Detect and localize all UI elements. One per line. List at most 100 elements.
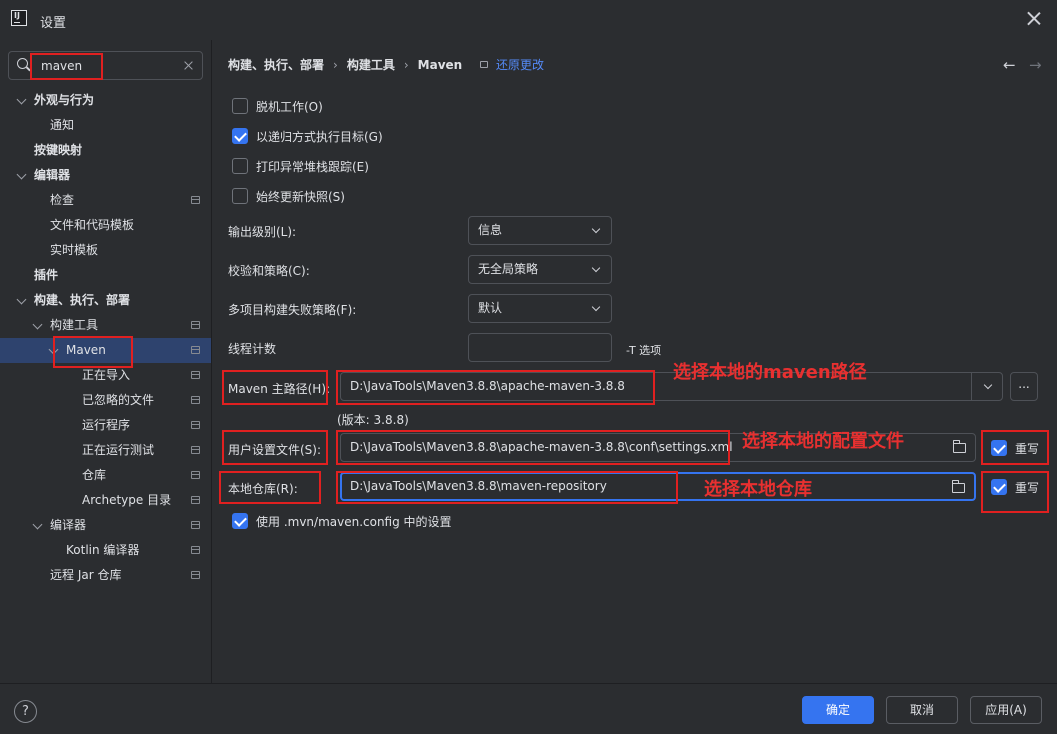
multiproject-fail-select[interactable]: 默认 — [468, 294, 612, 323]
chevron-down-icon[interactable] — [32, 319, 43, 330]
sidebar-item-label: 已忽略的文件 — [82, 393, 155, 407]
sidebar-item[interactable]: 按键映射 — [0, 138, 211, 163]
sidebar-item[interactable]: 检查 — [0, 188, 211, 213]
work-offline-option[interactable]: 脱机工作(O) — [232, 97, 323, 115]
project-scope-icon — [191, 321, 200, 329]
cancel-button[interactable]: 取消 — [886, 696, 958, 724]
sidebar-item-label: Kotlin 编译器 — [66, 543, 140, 557]
breadcrumb: 构建、执行、部署 › 构建工具 › Maven — [228, 56, 462, 73]
sidebar-item[interactable]: 已忽略的文件 — [0, 388, 211, 413]
maven-settings-panel: 构建、执行、部署 › 构建工具 › Maven 还原更改 ← → 脱机工作(O) 以递归… — [213, 40, 1057, 683]
recursive-goals-checkbox[interactable] — [232, 128, 248, 144]
sidebar-item[interactable]: 正在运行测试 — [0, 438, 211, 463]
folder-icon[interactable] — [953, 440, 966, 453]
print-stacktrace-label: 打印异常堆栈跟踪(E) — [256, 159, 369, 174]
checksum-policy-select[interactable]: 无全局策略 — [468, 255, 612, 284]
sidebar-item[interactable]: 构建、执行、部署 — [0, 288, 211, 313]
ok-button[interactable]: 确定 — [802, 696, 874, 724]
project-scope-icon — [480, 61, 488, 68]
update-snapshots-checkbox[interactable] — [232, 188, 248, 204]
multiproject-fail-label: 多项目构建失败策略(F): — [228, 303, 357, 317]
work-offline-checkbox[interactable] — [232, 98, 248, 114]
chevron-down-icon[interactable] — [16, 169, 27, 180]
sidebar-item-label: 构建、执行、部署 — [34, 293, 131, 307]
sidebar-item[interactable]: Archetype 目录 — [0, 488, 211, 513]
recursive-goals-option[interactable]: 以递归方式执行目标(G) — [232, 127, 383, 145]
thread-count-label: 线程计数 — [228, 342, 277, 356]
work-offline-label: 脱机工作(O) — [256, 99, 323, 114]
sidebar-item[interactable]: 实时模板 — [0, 238, 211, 263]
thread-count-hint: -T 选项 — [626, 344, 662, 357]
sidebar-item[interactable]: 文件和代码模板 — [0, 213, 211, 238]
sidebar-item[interactable]: 构建工具 — [0, 313, 211, 338]
annotation-box-settings-override — [981, 430, 1049, 465]
back-arrow-icon[interactable]: ← — [1003, 56, 1016, 74]
checksum-policy-value: 无全局策略 — [478, 262, 539, 276]
sidebar-item[interactable]: 编译器 — [0, 513, 211, 538]
annotation-settings: 选择本地的配置文件 — [742, 431, 904, 452]
chevron-down-icon — [591, 224, 601, 234]
annotation-box-settings-label — [222, 430, 328, 465]
sidebar-item[interactable]: 通知 — [0, 113, 211, 138]
recursive-goals-label: 以递归方式执行目标(G) — [256, 129, 383, 144]
chevron-down-icon — [591, 302, 601, 312]
use-mvn-config-option[interactable]: 使用 .mvn/maven.config 中的设置 — [232, 512, 452, 530]
window-title: 设置 — [40, 16, 67, 31]
project-scope-icon — [191, 396, 200, 404]
use-mvn-config-label: 使用 .mvn/maven.config 中的设置 — [256, 514, 452, 529]
annotation-box-repo-override — [981, 471, 1049, 513]
maven-version-text: (版本: 3.8.8) — [337, 413, 409, 427]
sidebar-item-label: 运行程序 — [82, 418, 131, 432]
breadcrumb-build-execution[interactable]: 构建、执行、部署 — [228, 58, 324, 72]
sidebar-item-label: 插件 — [34, 268, 59, 282]
project-scope-icon — [191, 371, 200, 379]
sidebar-item[interactable]: 编辑器 — [0, 163, 211, 188]
use-mvn-config-checkbox[interactable] — [232, 513, 248, 529]
output-level-select[interactable]: 信息 — [468, 216, 612, 245]
forward-arrow-icon[interactable]: → — [1029, 56, 1042, 74]
sidebar-item[interactable]: 运行程序 — [0, 413, 211, 438]
sidebar-item[interactable]: 插件 — [0, 263, 211, 288]
output-level-value: 信息 — [478, 223, 503, 237]
chevron-down-icon[interactable] — [16, 94, 27, 105]
sidebar-item[interactable]: 外观与行为 — [0, 88, 211, 113]
help-icon[interactable]: ? — [14, 700, 37, 723]
checksum-policy-label: 校验和策略(C): — [228, 264, 310, 278]
annotation-box-maven-home-label — [222, 370, 328, 405]
annotation-repo: 选择本地仓库 — [704, 479, 812, 500]
annotation-box-maven-node — [53, 336, 133, 368]
chevron-down-icon[interactable] — [32, 519, 43, 530]
dialog-footer: ? 确定 取消 应用(A) — [0, 683, 1057, 734]
chevron-down-icon[interactable] — [16, 294, 27, 305]
print-stacktrace-checkbox[interactable] — [232, 158, 248, 174]
clear-search-icon[interactable] — [184, 61, 193, 70]
maven-home-browse-button[interactable]: ... — [1010, 372, 1038, 401]
breadcrumb-maven: Maven — [417, 58, 463, 72]
chevron-down-icon[interactable] — [983, 380, 993, 390]
breadcrumb-build-tools[interactable]: 构建工具 — [347, 58, 395, 72]
close-icon[interactable] — [1027, 11, 1041, 25]
update-snapshots-label: 始终更新快照(S) — [256, 189, 345, 204]
apply-button[interactable]: 应用(A) — [970, 696, 1042, 724]
sidebar-item-label: Archetype 目录 — [82, 493, 172, 507]
annotation-box-repo-label — [219, 471, 321, 504]
folder-icon[interactable] — [952, 480, 965, 493]
sidebar-item-label: 外观与行为 — [34, 93, 95, 107]
revert-changes-link[interactable]: 还原更改 — [480, 56, 544, 73]
project-scope-icon — [191, 346, 200, 354]
project-scope-icon — [191, 521, 200, 529]
sidebar-item-label: 按键映射 — [34, 143, 83, 157]
sidebar-item-label: 检查 — [50, 193, 75, 207]
sidebar-item-label: 通知 — [50, 118, 75, 132]
breadcrumb-separator: › — [333, 58, 338, 72]
output-level-label: 输出级别(L): — [228, 225, 297, 239]
sidebar-item[interactable]: Kotlin 编译器 — [0, 538, 211, 563]
chevron-down-icon — [591, 263, 601, 273]
sidebar-item[interactable]: 远程 Jar 仓库 — [0, 563, 211, 588]
thread-count-input[interactable] — [468, 333, 612, 362]
annotation-box-maven-home-value — [336, 370, 655, 405]
sidebar-item[interactable]: 仓库 — [0, 463, 211, 488]
update-snapshots-option[interactable]: 始终更新快照(S) — [232, 187, 345, 205]
print-stacktrace-option[interactable]: 打印异常堆栈跟踪(E) — [232, 157, 369, 175]
annotation-maven-home: 选择本地的maven路径 — [673, 362, 867, 383]
